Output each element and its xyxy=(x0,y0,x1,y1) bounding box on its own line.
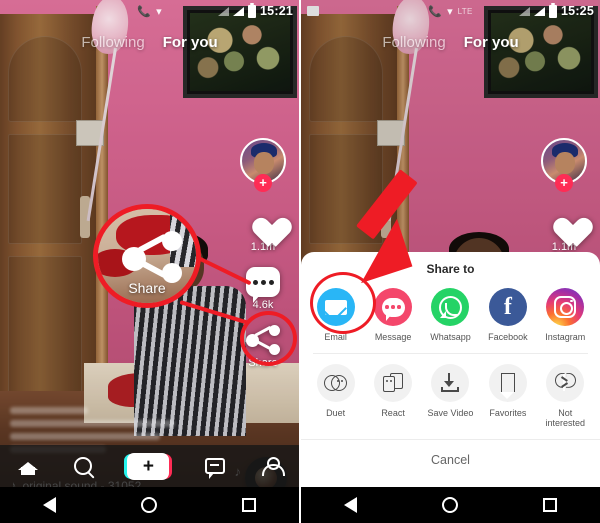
action-react-label: React xyxy=(381,407,405,418)
share-option-whatsapp[interactable]: Whatsapp xyxy=(423,288,477,343)
avatar-right[interactable]: + xyxy=(541,138,587,192)
top-tabs-left: Following For you xyxy=(0,34,299,51)
duet-icon xyxy=(316,363,355,402)
share-icon xyxy=(246,325,280,355)
battery-icon xyxy=(248,2,257,18)
follow-plus-badge-right[interactable]: + xyxy=(555,174,573,192)
action-rail-right: + 1.1m xyxy=(534,138,594,267)
share-option-facebook-label: Facebook xyxy=(488,332,528,342)
search-icon xyxy=(73,457,92,475)
left-phone-screen: 📞 ▾ 15:21 Following For you + 1.1m 4.6k … xyxy=(0,0,299,523)
action-favorites[interactable]: Favorites xyxy=(481,363,535,429)
comment-button-left[interactable]: 4.6k xyxy=(246,267,280,311)
action-not-interested[interactable]: Not interested xyxy=(538,363,592,429)
share-button-left[interactable]: Share xyxy=(246,325,280,369)
action-duet[interactable]: Duet xyxy=(309,363,363,429)
whatsapp-icon xyxy=(431,288,470,326)
signal-icon-1 xyxy=(218,6,230,16)
action-save-video-label: Save Video xyxy=(427,407,474,418)
bookmark-icon xyxy=(488,363,527,402)
red-pointer-arrow xyxy=(345,169,452,284)
tab-for-you-left[interactable]: For you xyxy=(163,34,218,51)
tiktok-bottom-nav-left: + xyxy=(0,445,299,487)
heart-icon-right xyxy=(546,206,582,239)
instagram-icon xyxy=(546,288,585,326)
like-button-left[interactable]: 1.1m xyxy=(245,206,281,253)
heart-icon xyxy=(245,206,281,239)
avatar[interactable]: + xyxy=(240,138,286,192)
action-react[interactable]: React xyxy=(366,363,420,429)
nav-create-label: + xyxy=(142,455,155,477)
android-nav-bar-right xyxy=(301,487,600,523)
action-rail-left: + 1.1m 4.6k Share xyxy=(233,138,293,383)
home-circle-icon[interactable] xyxy=(140,497,157,513)
wifi-icon: ▾ xyxy=(156,5,162,18)
status-bar-left: 📞 ▾ 15:21 xyxy=(0,0,299,22)
share-actions-row: Duet React Save Video Favorites Not inte… xyxy=(301,363,600,429)
action-favorites-label: Favorites xyxy=(489,407,527,418)
share-option-instagram-label: Instagram xyxy=(545,332,586,342)
home-circle-icon-right[interactable] xyxy=(441,497,458,513)
share-option-instagram[interactable]: Instagram xyxy=(538,288,592,343)
broken-heart-icon xyxy=(546,363,585,402)
battery-icon-right xyxy=(549,2,558,18)
signal-icon-1-right xyxy=(519,6,531,16)
phone-4g-icon-right: 📞 xyxy=(428,5,443,18)
home-icon xyxy=(17,457,38,475)
recents-square-icon[interactable] xyxy=(242,498,257,512)
nav-create-button[interactable]: + xyxy=(124,452,173,480)
gallery-icon xyxy=(307,6,319,16)
nav-home-button[interactable] xyxy=(17,457,38,475)
status-time-left: 15:21 xyxy=(260,4,294,18)
recents-square-icon-right[interactable] xyxy=(543,498,558,512)
action-not-interested-label: Not interested xyxy=(545,407,586,429)
share-label-left: Share xyxy=(248,357,278,369)
action-save-video[interactable]: Save Video xyxy=(423,363,477,429)
message-bubble-icon xyxy=(374,288,413,326)
create-icon: + xyxy=(124,452,173,480)
nav-inbox-button[interactable] xyxy=(205,458,226,479)
back-triangle-icon[interactable] xyxy=(42,497,56,513)
cancel-button[interactable]: Cancel xyxy=(301,440,600,467)
nav-profile-button[interactable] xyxy=(261,456,286,476)
sheet-divider xyxy=(313,352,588,354)
share-option-message-label: Message xyxy=(374,332,412,342)
email-highlight-ring xyxy=(310,272,376,334)
phone-4g-icon: 📞 xyxy=(137,5,152,18)
like-button-right[interactable]: 1.1m xyxy=(546,206,582,253)
download-icon xyxy=(431,363,470,402)
facebook-icon: f xyxy=(488,288,527,326)
tab-following-left[interactable]: Following xyxy=(81,34,144,51)
top-tabs-right: Following For you xyxy=(301,34,600,51)
signal-icon-2 xyxy=(233,6,245,16)
wifi-icon-right: ▾ xyxy=(447,5,453,18)
phone-divider xyxy=(299,0,301,523)
android-nav-bar-left xyxy=(0,487,299,523)
profile-icon xyxy=(261,456,286,476)
follow-plus-badge[interactable]: + xyxy=(254,174,272,192)
status-time-right: 15:25 xyxy=(561,4,594,18)
action-duet-label: Duet xyxy=(326,407,346,418)
react-icon xyxy=(374,363,413,402)
inbox-icon xyxy=(205,458,226,479)
tab-following-right[interactable]: Following xyxy=(382,34,445,51)
back-triangle-icon-right[interactable] xyxy=(343,497,357,513)
status-bar-right: 📞 ▾ LTE 15:25 xyxy=(301,0,600,22)
signal-icon-2-right xyxy=(534,6,546,16)
tab-for-you-right[interactable]: For you xyxy=(464,34,519,51)
nav-search-button[interactable] xyxy=(73,457,92,475)
lte-label: LTE xyxy=(457,6,473,16)
share-option-whatsapp-label: Whatsapp xyxy=(430,332,471,342)
share-option-facebook[interactable]: f Facebook xyxy=(481,288,535,343)
screenshot-canvas: 📞 ▾ 15:21 Following For you + 1.1m 4.6k … xyxy=(0,0,600,523)
